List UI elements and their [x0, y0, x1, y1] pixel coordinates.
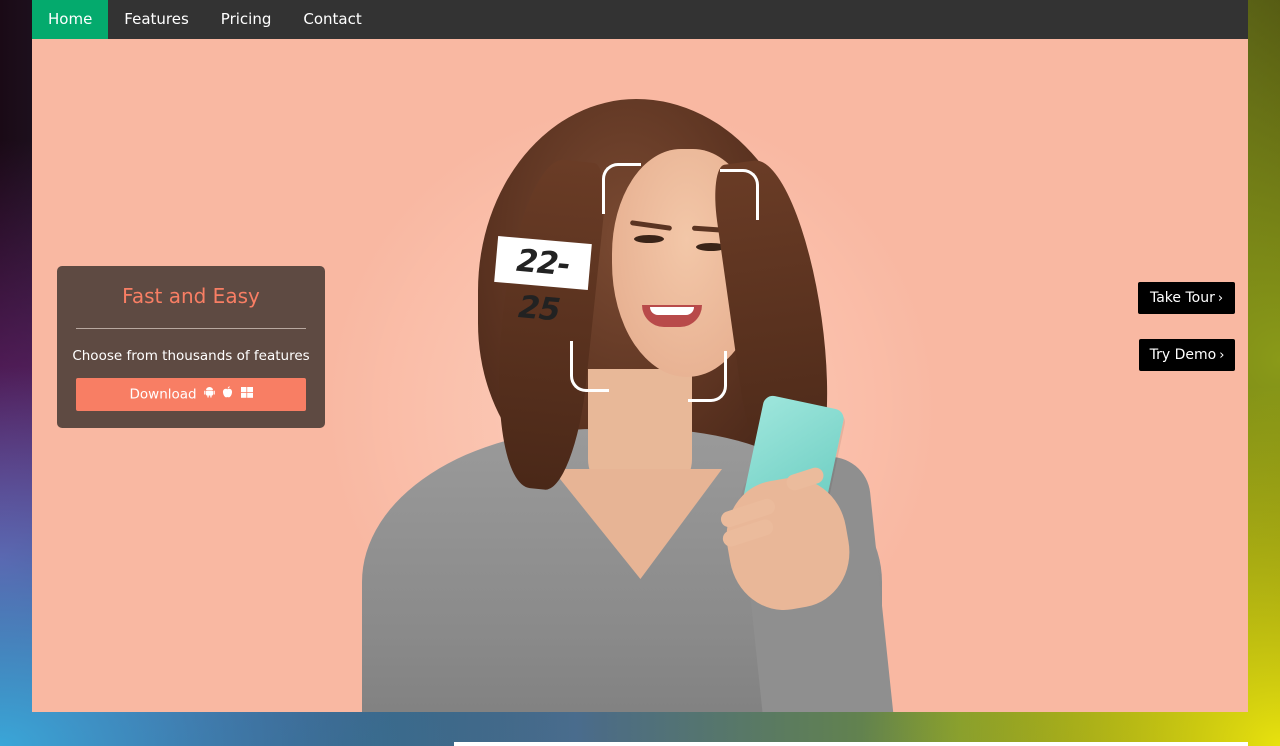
- eye-left: [634, 235, 664, 243]
- face-scan-bracket-bottom-right: [688, 351, 727, 402]
- chevron-right-icon: ›: [1219, 348, 1225, 363]
- chevron-right-icon: ›: [1217, 291, 1224, 306]
- apple-icon: [222, 378, 233, 411]
- face-scan-bracket-top-right: [720, 169, 759, 220]
- take-tour-button[interactable]: Take Tour ›: [1138, 282, 1235, 314]
- nav-pricing[interactable]: Pricing: [205, 0, 288, 39]
- take-tour-label: Take Tour: [1149, 290, 1215, 306]
- face-scan-bracket-top-left: [602, 163, 641, 214]
- top-navbar: Home Features Pricing Contact: [32, 0, 1248, 39]
- face-scan-bracket-bottom-left: [570, 341, 609, 392]
- card-text: Choose from thousands of features: [72, 348, 310, 364]
- download-label: Download: [129, 386, 197, 403]
- age-estimate-tag: 22-25: [494, 235, 592, 329]
- windows-icon: [240, 378, 253, 411]
- try-demo-button[interactable]: Try Demo ›: [1139, 339, 1235, 371]
- page: Home Features Pricing Contact 22-25 Fast…: [32, 0, 1248, 712]
- try-demo-label: Try Demo: [1149, 347, 1217, 363]
- nav-features[interactable]: Features: [108, 0, 205, 39]
- card-divider: [76, 328, 306, 329]
- teeth: [650, 307, 694, 315]
- download-button[interactable]: Download: [76, 378, 306, 411]
- bottom-strip: [454, 742, 1248, 746]
- card-title: Fast and Easy: [122, 284, 260, 308]
- android-icon: [204, 378, 215, 411]
- nav-home[interactable]: Home: [32, 0, 109, 39]
- feature-card: Fast and Easy Choose from thousands of f…: [57, 266, 325, 428]
- nav-contact[interactable]: Contact: [287, 0, 377, 39]
